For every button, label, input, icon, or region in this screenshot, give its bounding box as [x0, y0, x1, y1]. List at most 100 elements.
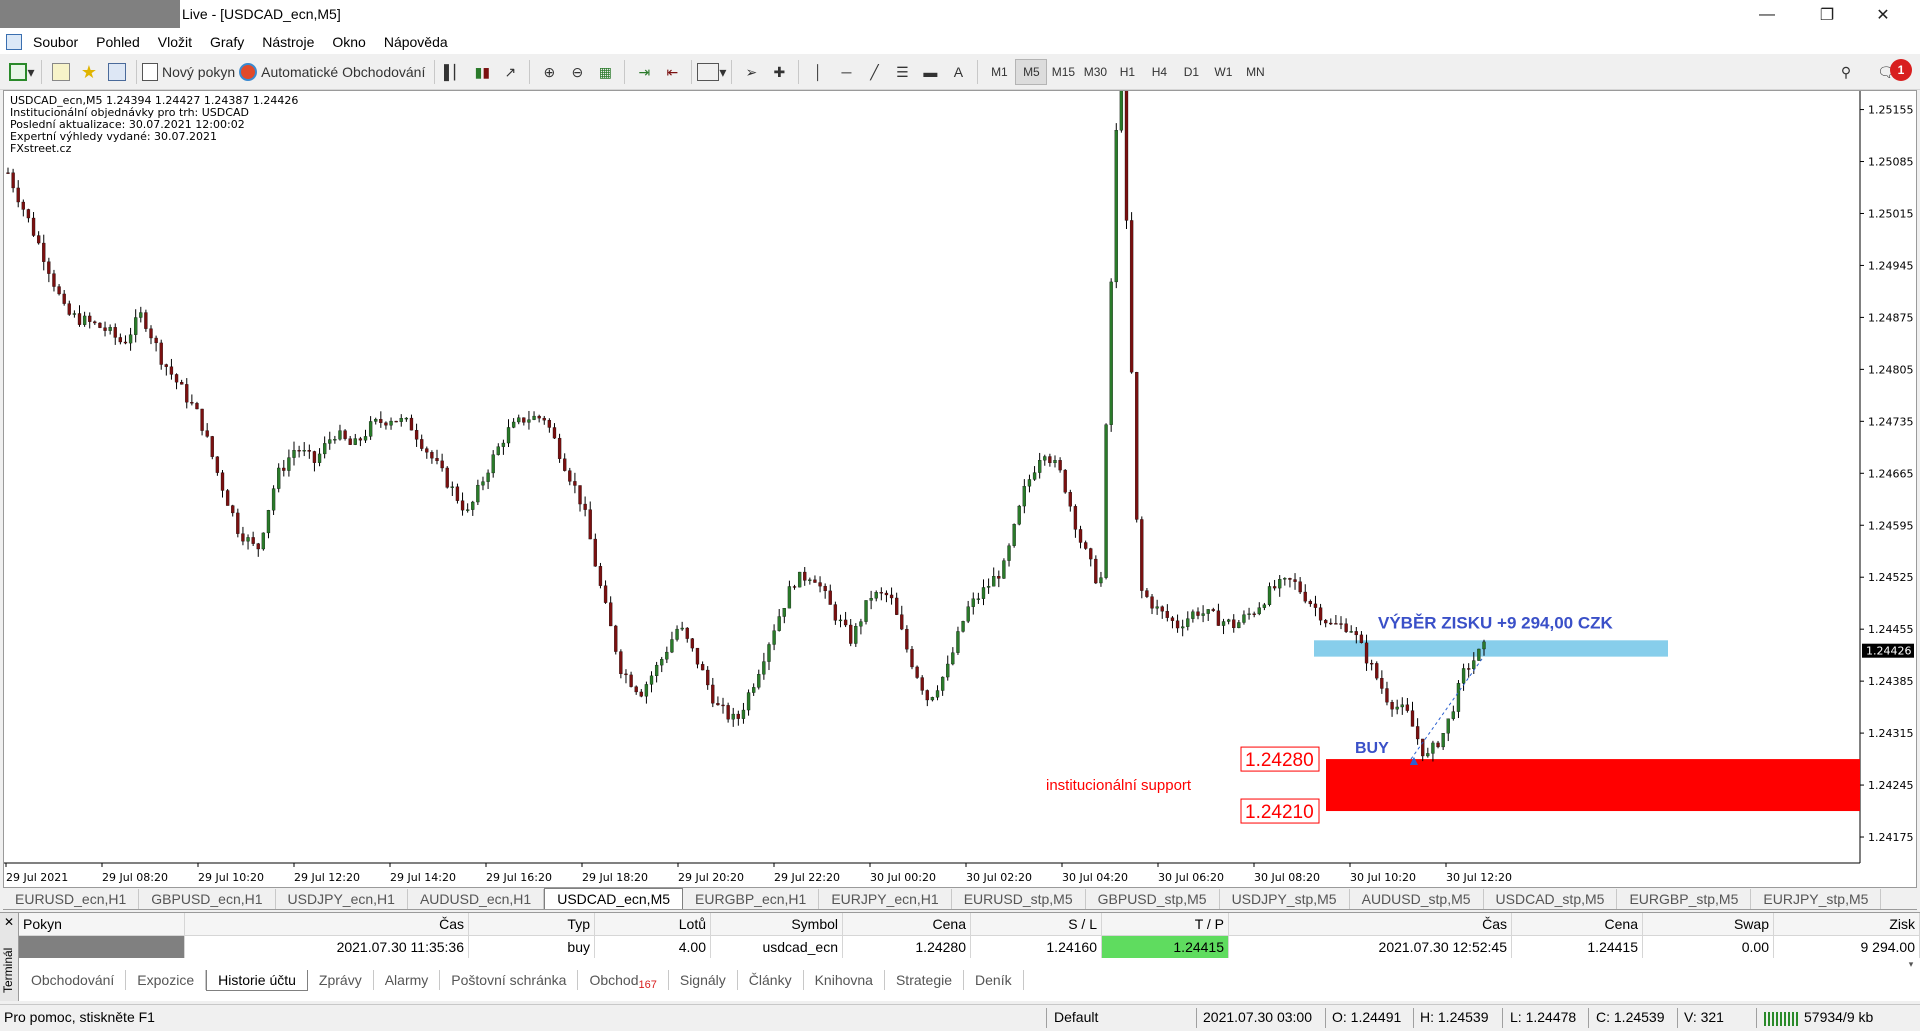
- terminal-tab-articles[interactable]: Články: [738, 970, 804, 990]
- terminal-tab-strategies[interactable]: Strategie: [885, 970, 965, 990]
- scroll-down-icon[interactable]: ▾: [1904, 959, 1918, 969]
- terminal-tab-mailbox[interactable]: Poštovní schránka: [440, 970, 579, 990]
- column-header[interactable]: Čas: [1229, 913, 1512, 935]
- terminal-tab-exposure[interactable]: Expozice: [126, 970, 207, 990]
- timeframe-m30[interactable]: M30: [1079, 59, 1111, 85]
- close-icon[interactable]: ✕: [4, 915, 14, 929]
- table-row[interactable]: 2021.07.30 11:35:36 buy 4.00 usdcad_ecn …: [19, 936, 1920, 958]
- column-header[interactable]: Zisk: [1774, 913, 1920, 935]
- profiles-icon[interactable]: [47, 59, 75, 85]
- auto-trading-button[interactable]: Automatické Obchodování: [239, 59, 429, 85]
- terminal-tab-alerts[interactable]: Alarmy: [374, 970, 441, 990]
- column-header[interactable]: Symbol: [711, 913, 843, 935]
- zoom-out-icon[interactable]: ⊖: [563, 59, 591, 85]
- column-header[interactable]: Cena: [843, 913, 971, 935]
- candle-up: [787, 586, 792, 609]
- menu-grafy[interactable]: Grafy: [201, 34, 253, 50]
- chart-tab[interactable]: GBPUSD_ecn,H1: [139, 889, 276, 909]
- column-header[interactable]: Pokyn: [19, 913, 185, 935]
- terminal-tab-library[interactable]: Knihovna: [804, 970, 885, 990]
- terminal-tab-signals[interactable]: Signály: [669, 970, 738, 990]
- candle-down: [1165, 611, 1169, 618]
- bar-chart-icon[interactable]: ▌▏: [440, 59, 468, 85]
- chart-tab[interactable]: EURGBP_stp,M5: [1617, 889, 1752, 909]
- chart-tab[interactable]: USDJPY_stp,M5: [1220, 889, 1350, 909]
- candle-down: [1334, 623, 1338, 625]
- chart-tab[interactable]: USDJPY_ecn,H1: [276, 889, 408, 909]
- menu-pohled[interactable]: Pohled: [87, 34, 149, 50]
- autoscroll-icon[interactable]: ⇥: [630, 59, 658, 85]
- timeframe-d1[interactable]: D1: [1175, 59, 1207, 85]
- column-header[interactable]: Swap: [1643, 913, 1774, 935]
- chart-shift-icon[interactable]: ⇤: [658, 59, 686, 85]
- new-chart-icon[interactable]: ▾: [8, 59, 36, 85]
- chart-tab[interactable]: EURUSD_stp,M5: [952, 889, 1086, 909]
- notification-badge[interactable]: 1: [1890, 59, 1912, 81]
- indicators-icon[interactable]: ▾: [697, 59, 726, 85]
- chart-tab[interactable]: AUDUSD_stp,M5: [1350, 889, 1484, 909]
- zoom-in-icon[interactable]: ⊕: [535, 59, 563, 85]
- terminal-tab-market[interactable]: Obchod167: [578, 970, 669, 991]
- timeframe-h1[interactable]: H1: [1111, 59, 1143, 85]
- chart-tab[interactable]: EURGBP_ecn,H1: [683, 889, 820, 909]
- timeframe-m1[interactable]: M1: [983, 59, 1015, 85]
- price-chart[interactable]: 1.25155 1.25085 1.25015 1.24945 1.24875 1.248…: [3, 90, 1917, 888]
- menu-okno[interactable]: Okno: [323, 34, 374, 50]
- cell-profit: 9 294.00: [1774, 936, 1920, 958]
- chart-tab[interactable]: EURJPY_stp,M5: [1751, 889, 1882, 909]
- column-header[interactable]: Čas: [185, 913, 469, 935]
- restore-icon[interactable]: ❐: [1802, 0, 1852, 30]
- tile-windows-icon[interactable]: ▦: [591, 59, 619, 85]
- timeframe-w1[interactable]: W1: [1207, 59, 1239, 85]
- new-order-button[interactable]: Nový pokyn: [142, 59, 239, 85]
- chart-tab[interactable]: USDCAD_stp,M5: [1484, 889, 1618, 909]
- terminal-tab-journal[interactable]: Deník: [964, 970, 1024, 990]
- app-icon[interactable]: [6, 34, 22, 50]
- chart-tab[interactable]: AUDUSD_ecn,H1: [408, 889, 545, 909]
- column-header[interactable]: Typ: [469, 913, 595, 935]
- search-icon[interactable]: ⚲: [1832, 59, 1860, 85]
- candlestick-chart-icon[interactable]: ▮ ▮: [468, 59, 496, 85]
- menu-napoveda[interactable]: Nápověda: [375, 34, 457, 50]
- chart-tab[interactable]: GBPUSD_stp,M5: [1086, 889, 1220, 909]
- vertical-line-icon[interactable]: │: [804, 59, 832, 85]
- terminal-tab-news[interactable]: Zprávy: [308, 970, 374, 990]
- crosshair-icon[interactable]: ✚: [765, 59, 793, 85]
- chart-canvas[interactable]: 1.25155 1.25085 1.25015 1.24945 1.24875 1.248…: [4, 91, 1916, 887]
- channel-icon[interactable]: ☰: [888, 59, 916, 85]
- menu-soubor[interactable]: Soubor: [24, 34, 87, 50]
- column-header[interactable]: Cena: [1512, 913, 1643, 935]
- column-header[interactable]: T / P: [1102, 913, 1229, 935]
- minimize-icon[interactable]: —: [1742, 0, 1792, 30]
- timeframe-m15[interactable]: M15: [1047, 59, 1079, 85]
- chart-tab[interactable]: EURJPY_ecn,H1: [819, 889, 952, 909]
- column-header[interactable]: S / L: [971, 913, 1102, 935]
- navigator-icon[interactable]: [103, 59, 131, 85]
- candle-up: [1226, 619, 1231, 622]
- horizontal-line-icon[interactable]: ─: [832, 59, 860, 85]
- rectangle-icon[interactable]: ▬: [916, 59, 944, 85]
- column-header[interactable]: Lotů: [595, 913, 711, 935]
- cursor-icon[interactable]: ➢: [737, 59, 765, 85]
- menu-vlozit[interactable]: Vložit: [149, 34, 201, 50]
- chart-tab-active[interactable]: USDCAD_ecn,M5: [544, 888, 684, 909]
- timeframe-h4[interactable]: H4: [1143, 59, 1175, 85]
- candle-down: [185, 384, 189, 403]
- text-tool-icon[interactable]: A: [944, 59, 972, 85]
- trendline-icon[interactable]: ╱: [860, 59, 888, 85]
- favorites-icon[interactable]: ★: [75, 59, 103, 85]
- toolbar: ▾ ★ Nový pokyn Automatické Obchodování ▌…: [0, 55, 1920, 90]
- candle-down: [440, 460, 444, 469]
- terminal-tab-trade[interactable]: Obchodování: [20, 970, 127, 990]
- terminal-tab-history[interactable]: Historie účtu: [206, 969, 308, 991]
- toolbar-separator: [798, 60, 800, 84]
- candle-down: [629, 674, 633, 687]
- close-icon[interactable]: ✕: [1858, 0, 1908, 30]
- line-chart-icon[interactable]: ↗: [496, 59, 524, 85]
- chart-tab[interactable]: EURUSD_ecn,H1: [3, 889, 140, 909]
- timeframe-mn[interactable]: MN: [1239, 59, 1271, 85]
- candle-down: [88, 315, 92, 322]
- x-tick-label: 29 Jul 22:20: [774, 871, 840, 884]
- menu-nastroje[interactable]: Nástroje: [253, 34, 323, 50]
- timeframe-m5[interactable]: M5: [1015, 59, 1048, 85]
